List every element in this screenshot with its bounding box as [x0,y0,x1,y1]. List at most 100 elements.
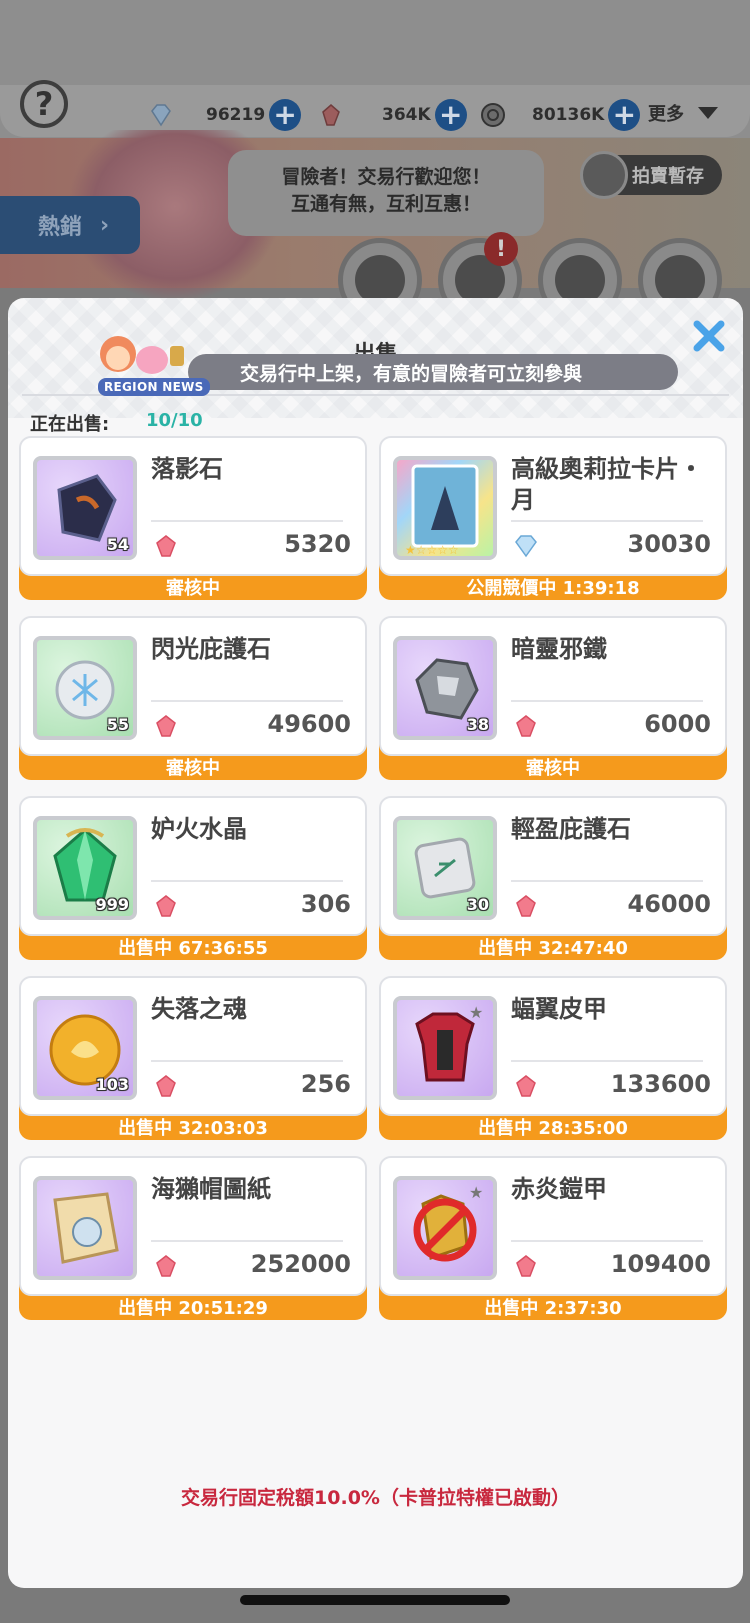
item-thumbnail: ★ [393,996,497,1100]
name-divider [151,520,343,522]
red-crystal-icon [516,715,536,737]
item-quantity: 30 [466,895,489,914]
item-price: 256 [300,1070,351,1098]
item-quantity: 999 [95,895,129,914]
item-price: 252000 [250,1250,351,1278]
red-crystal-icon [156,1075,176,1097]
close-icon[interactable] [689,316,729,356]
item-quantity: 54 [106,535,129,554]
name-divider [511,1240,703,1242]
listing-card[interactable]: 38 暗靈邪鐵 6000 審核中 [379,616,727,788]
item-thumbnail: ★☆☆☆☆ [393,456,497,560]
listing-card[interactable]: ★ 蝠翼皮甲 133600 出售中 28:35:00 [379,976,727,1148]
item-name: 赤炎鎧甲 [511,1175,607,1203]
name-divider [511,700,703,702]
auction-storage-label: 拍賣暫存 [632,166,704,187]
item-price: 46000 [627,890,712,918]
currency-amount: 96219 [206,105,266,125]
npc-speech-bubble: 冒險者！交易行歡迎您！ 互通有無，互利互惠！ [228,150,544,236]
listing-card[interactable]: 30 輕盈庇護石 46000 出售中 32:47:40 [379,796,727,968]
currency-amount: 364K [382,105,431,125]
listing-card[interactable]: ★ 赤炎鎧甲 109400 出售中 2:37:30 [379,1156,727,1328]
item-name: 妒火水晶 [151,815,247,843]
card-body: ★ 蝠翼皮甲 133600 [379,976,727,1116]
alert-badge: ! [484,232,518,266]
listing-card[interactable]: ★☆☆☆☆ 高級奧莉拉卡片・月 30030 公開競價中 1:39:18 [379,436,727,608]
item-price: 49600 [267,710,352,738]
red-crystal-icon [322,104,340,126]
item-thumbnail: 54 [33,456,137,560]
name-divider [151,880,343,882]
diamond-icon [515,535,537,558]
item-price: 109400 [610,1250,711,1278]
currency-amount: 80136K [532,105,605,125]
more-label: 更多 [648,104,684,125]
red-crystal-icon [516,895,536,917]
auction-storage-button[interactable]: 拍賣暫存 [580,151,722,199]
item-name: 海獺帽圖紙 [151,1175,271,1203]
item-name: 失落之魂 [151,995,247,1023]
svg-text:★☆☆☆☆: ★☆☆☆☆ [405,543,459,556]
add-zeny-button[interactable]: + [608,99,641,131]
chevron-down-icon [698,107,718,119]
card-body: 999 妒火水晶 306 [19,796,367,936]
item-thumbnail: 30 [393,816,497,920]
item-quantity: 55 [106,715,129,734]
speech-line-2: 互通有無，互利互惠！ [290,193,481,215]
listing-card[interactable]: 999 妒火水晶 306 出售中 67:36:55 [19,796,367,968]
card-body: 54 落影石 5320 [19,436,367,576]
item-price: 133600 [610,1070,711,1098]
item-thumbnail: 38 [393,636,497,740]
currency-zeny: 80136K + [532,98,641,132]
item-thumbnail: 103 [33,996,137,1100]
item-name: 蝠翼皮甲 [511,995,607,1023]
name-divider [151,1060,343,1062]
on-sale-label: 正在出售: [30,414,110,435]
red-crystal-icon [156,895,176,917]
chevron-right-icon: › [100,212,110,238]
item-price: 5320 [284,530,351,558]
item-name: 落影石 [151,455,223,483]
name-divider [511,880,703,882]
card-body: ★☆☆☆☆ 高級奧莉拉卡片・月 30030 [379,436,727,576]
item-name: 暗靈邪鐵 [511,635,607,663]
listing-card[interactable]: 103 失落之魂 256 出售中 32:03:03 [19,976,367,1148]
item-name: 閃光庇護石 [151,635,271,663]
red-crystal-icon [156,535,176,557]
add-diamond-button[interactable]: + [269,99,302,131]
help-button[interactable]: ? [20,80,68,128]
svg-text:★: ★ [469,1003,483,1022]
red-crystal-icon [156,1255,176,1277]
red-crystal-icon [516,1075,536,1097]
card-icon: ★☆☆☆☆ [405,464,479,556]
home-indicator[interactable] [240,1595,510,1605]
item-price: 306 [300,890,351,918]
name-divider [511,520,703,522]
currency-diamond: 96219 + [206,98,302,132]
listing-card[interactable]: 55 閃光庇護石 49600 審核中 [19,616,367,788]
currency-crystal: 364K + [382,98,467,132]
red-crystal-icon [156,715,176,737]
more-menu-button[interactable]: 更多 [648,100,718,126]
listing-card[interactable]: 海獺帽圖紙 252000 出售中 20:51:29 [19,1156,367,1328]
card-body: 38 暗靈邪鐵 6000 [379,616,727,756]
zeny-coin-icon [481,103,505,127]
item-thumbnail [33,1176,137,1280]
name-divider [151,1240,343,1242]
hot-sales-tab[interactable]: 熱銷 › [0,196,140,254]
region-news-badge: REGION NEWS [78,328,228,404]
region-news-ticker: 交易行中上架，有意的冒險者可立刻參與 [188,354,678,390]
add-crystal-button[interactable]: + [434,99,467,131]
hot-tab-label: 熱銷 [38,215,83,240]
item-thumbnail: 55 [33,636,137,740]
hammer-icon [580,151,628,199]
item-quantity: 38 [466,715,489,734]
card-body: ★ 赤炎鎧甲 109400 [379,1156,727,1296]
diamond-icon [151,104,171,127]
card-body: 55 閃光庇護石 49600 [19,616,367,756]
news-text: 交易行中上架，有意的冒險者可立刻參與 [240,362,583,385]
item-name: 輕盈庇護石 [511,815,631,843]
listing-card[interactable]: 54 落影石 5320 審核中 [19,436,367,608]
on-sale-count: 10/10 [146,410,203,431]
speech-line-1: 冒險者！交易行歡迎您！ [281,166,491,188]
